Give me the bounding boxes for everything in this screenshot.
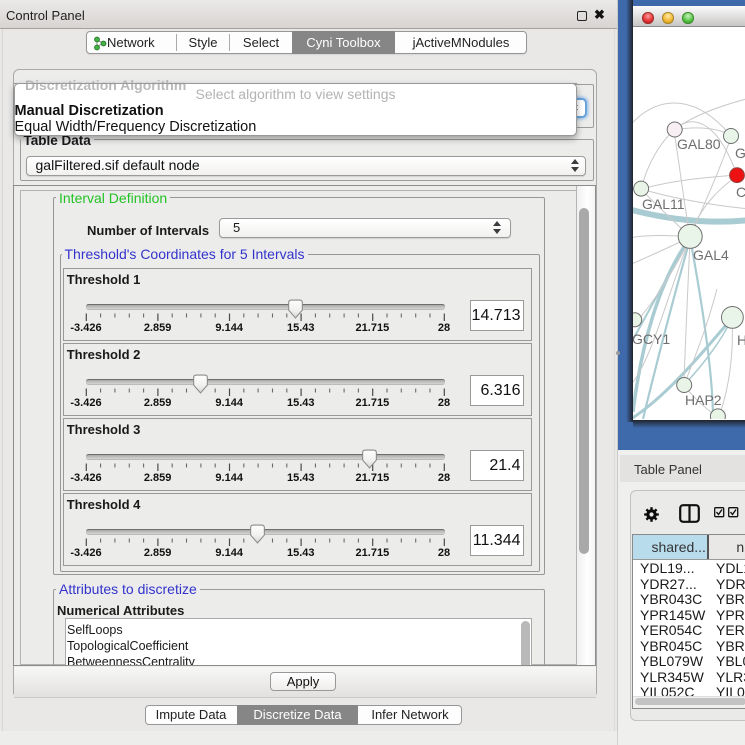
- svg-text:CY: CY: [736, 184, 745, 200]
- svg-text:GAL4: GAL4: [693, 247, 729, 263]
- svg-text:GAL11: GAL11: [642, 196, 685, 212]
- svg-text:GA: GA: [735, 145, 745, 161]
- svg-text:HAP2: HAP2: [685, 392, 722, 408]
- svg-text:HI: HI: [737, 332, 745, 348]
- svg-text:GAL80: GAL80: [677, 136, 721, 152]
- svg-text:GCY1: GCY1: [633, 331, 670, 347]
